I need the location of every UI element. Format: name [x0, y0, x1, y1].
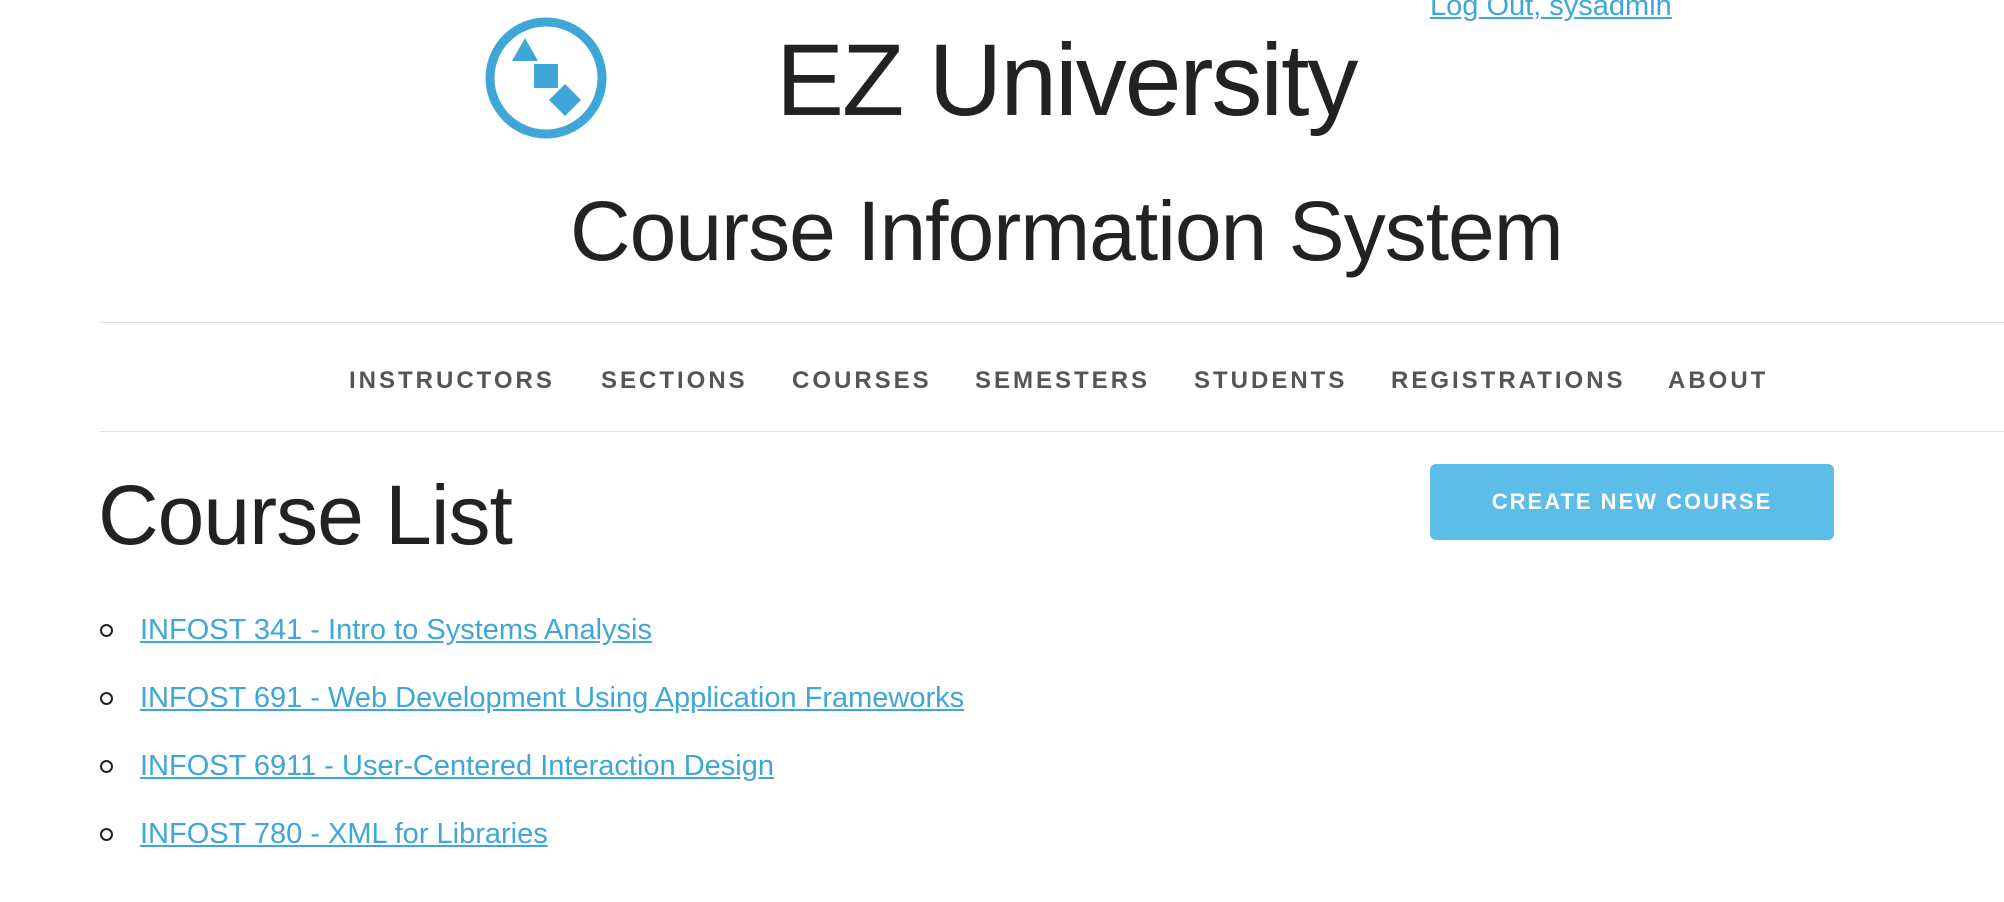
site-title: EZ University [776, 23, 1358, 137]
page-title: Course List [98, 468, 513, 562]
nav-item-students[interactable]: STUDENTS [1194, 367, 1347, 395]
nav-item-semesters[interactable]: SEMESTERS [975, 367, 1150, 395]
bullet-icon [100, 828, 113, 841]
course-link[interactable]: INFOST 780 - XML for Libraries [140, 814, 548, 854]
nav-item-sections[interactable]: SECTIONS [601, 367, 748, 395]
nav-item-registrations[interactable]: REGISTRATIONS [1391, 367, 1626, 395]
main-nav: INSTRUCTORS SECTIONS COURSES SEMESTERS S… [100, 322, 2004, 432]
bullet-icon [100, 692, 113, 705]
logout-link[interactable]: Log Out, sysadmin [1430, 0, 1672, 23]
create-new-course-button[interactable]: CREATE NEW COURSE [1430, 464, 1834, 540]
page: Log Out, sysadmin EZ University Course I… [0, 0, 2004, 902]
nav-item-instructors[interactable]: INSTRUCTORS [349, 367, 555, 395]
site-subtitle: Course Information System [570, 184, 1564, 278]
course-link[interactable]: INFOST 6911 - User-Centered Interaction … [140, 746, 774, 786]
nav-item-courses[interactable]: COURSES [792, 367, 932, 395]
course-link[interactable]: INFOST 341 - Intro to Systems Analysis [140, 610, 652, 650]
shapes-logo-icon[interactable] [484, 16, 608, 140]
nav-item-about[interactable]: ABOUT [1668, 367, 1768, 395]
bullet-icon [100, 760, 113, 773]
course-link[interactable]: INFOST 691 - Web Development Using Appli… [140, 678, 964, 718]
bullet-icon [100, 624, 113, 637]
